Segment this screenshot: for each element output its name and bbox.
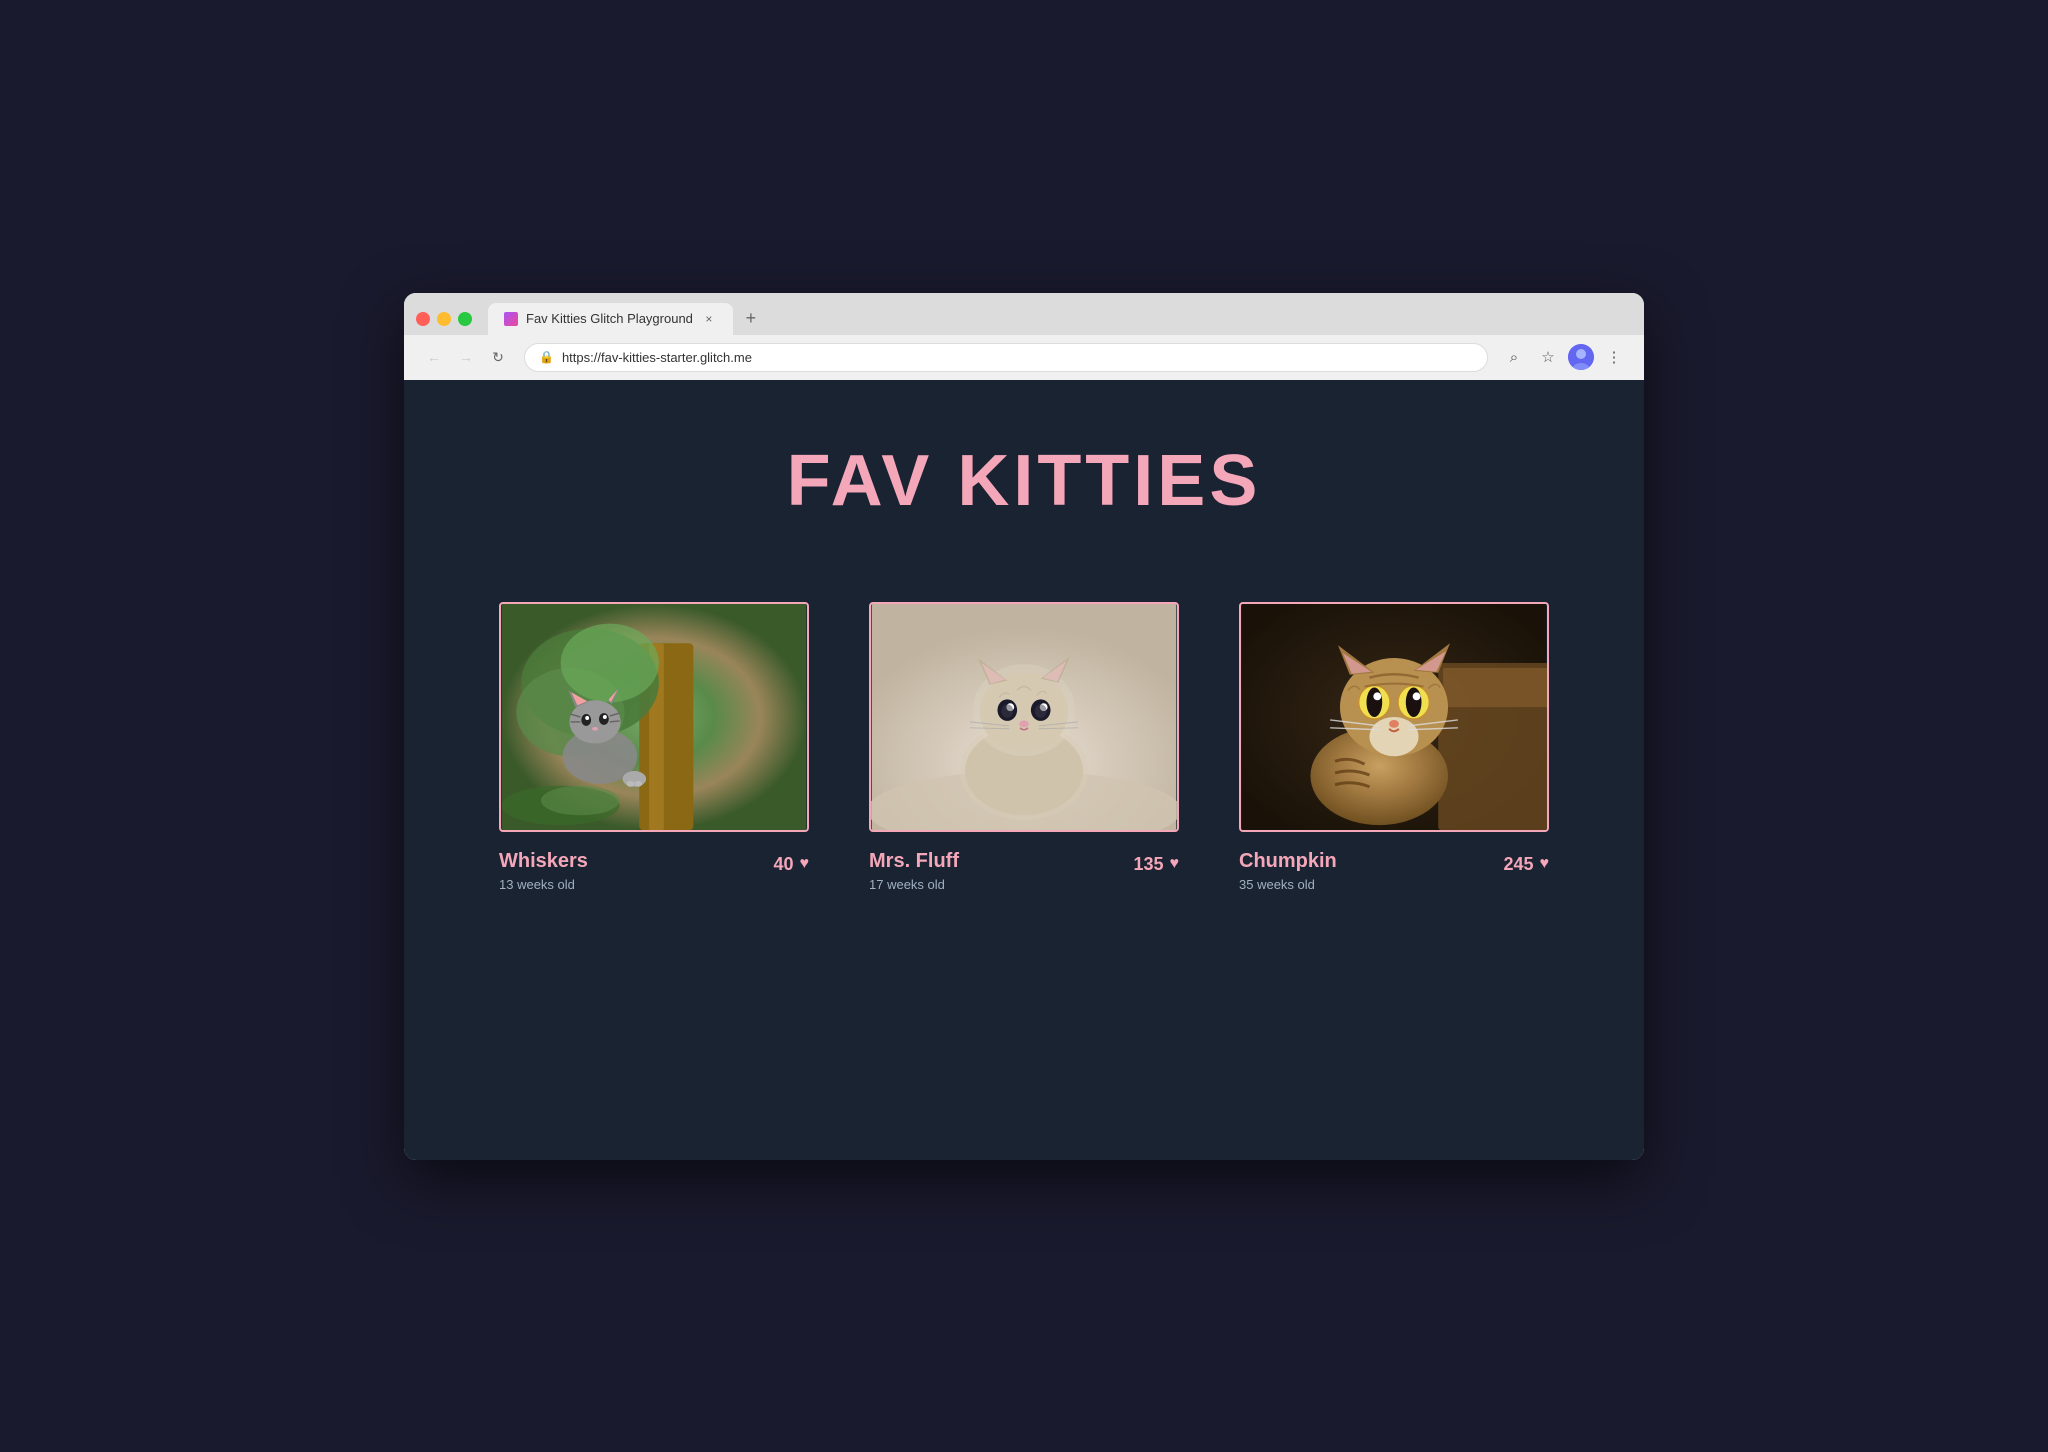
toolbar-right: ⌕ ☆ ⋮ [1500, 343, 1628, 371]
maximize-button[interactable] [458, 312, 472, 326]
tab-title: Fav Kitties Glitch Playground [526, 311, 693, 326]
cat-illustration-mrs-fluff [871, 604, 1177, 830]
title-bar: Fav Kitties Glitch Playground × + ← → ↻ … [404, 293, 1644, 380]
cat-image-whiskers [499, 602, 809, 832]
cat-info-whiskers: Whiskers 13 weeks old 40 ♥ [499, 850, 809, 892]
cat-age-label-whiskers: 13 weeks old [499, 877, 588, 892]
heart-icon-mrs-fluff: ♥ [1170, 855, 1180, 873]
window-controls [416, 312, 472, 326]
page-title: FAV KITTIES [787, 440, 1262, 522]
cats-grid: Whiskers 13 weeks old 40 ♥ [499, 602, 1549, 892]
cat-age-label-mrs-fluff: 17 weeks old [869, 877, 959, 892]
menu-button[interactable]: ⋮ [1600, 343, 1628, 371]
browser-window: Fav Kitties Glitch Playground × + ← → ↻ … [404, 293, 1644, 1160]
cat-name-label-whiskers: Whiskers [499, 850, 588, 873]
heart-icon-whiskers: ♥ [800, 855, 810, 873]
cat-illustration-whiskers [501, 604, 807, 830]
avatar-image [1568, 344, 1594, 370]
cat-illustration-chumpkin [1241, 604, 1547, 830]
cat-name-age-mrs-fluff: Mrs. Fluff 17 weeks old [869, 850, 959, 892]
cat-likes-whiskers[interactable]: 40 ♥ [773, 850, 809, 875]
cat-info-chumpkin: Chumpkin 35 weeks old 245 ♥ [1239, 850, 1549, 892]
back-button[interactable]: ← [420, 343, 448, 371]
nav-buttons: ← → ↻ [420, 343, 512, 371]
cat-likes-count-mrs-fluff: 135 [1133, 854, 1163, 875]
cat-card-mrs-fluff: Mrs. Fluff 17 weeks old 135 ♥ [869, 602, 1179, 892]
active-tab[interactable]: Fav Kitties Glitch Playground × [488, 303, 733, 335]
profile-avatar[interactable] [1568, 344, 1594, 370]
cat-age-label-chumpkin: 35 weeks old [1239, 877, 1337, 892]
menu-icon: ⋮ [1607, 348, 1622, 366]
tab-bar: Fav Kitties Glitch Playground × + [404, 293, 1644, 335]
url-bar[interactable]: 🔒 https://fav-kitties-starter.glitch.me [524, 343, 1488, 372]
cat-likes-chumpkin[interactable]: 245 ♥ [1503, 850, 1549, 875]
cat-card-whiskers: Whiskers 13 weeks old 40 ♥ [499, 602, 809, 892]
cat-likes-count-chumpkin: 245 [1503, 854, 1533, 875]
web-content: FAV KITTIES [404, 380, 1644, 1160]
cat-image-chumpkin [1239, 602, 1549, 832]
heart-icon-chumpkin: ♥ [1540, 855, 1550, 873]
bookmark-button[interactable]: ☆ [1534, 343, 1562, 371]
cat-name-label-mrs-fluff: Mrs. Fluff [869, 850, 959, 873]
refresh-button[interactable]: ↻ [484, 343, 512, 371]
new-tab-button[interactable]: + [737, 305, 765, 333]
cat-image-mrs-fluff [869, 602, 1179, 832]
tab-favicon [504, 312, 518, 326]
forward-button[interactable]: → [452, 343, 480, 371]
cat-name-label-chumpkin: Chumpkin [1239, 850, 1337, 873]
close-button[interactable] [416, 312, 430, 326]
address-bar: ← → ↻ 🔒 https://fav-kitties-starter.glit… [404, 335, 1644, 380]
lock-icon: 🔒 [539, 350, 554, 364]
star-icon: ☆ [1541, 348, 1554, 366]
cat-likes-count-whiskers: 40 [773, 854, 793, 875]
search-icon: ⌕ [1510, 349, 1518, 366]
search-button[interactable]: ⌕ [1500, 343, 1528, 371]
cat-info-mrs-fluff: Mrs. Fluff 17 weeks old 135 ♥ [869, 850, 1179, 892]
cat-name-age-chumpkin: Chumpkin 35 weeks old [1239, 850, 1337, 892]
cat-card-chumpkin: Chumpkin 35 weeks old 245 ♥ [1239, 602, 1549, 892]
minimize-button[interactable] [437, 312, 451, 326]
url-text: https://fav-kitties-starter.glitch.me [562, 350, 1473, 365]
cat-likes-mrs-fluff[interactable]: 135 ♥ [1133, 850, 1179, 875]
tab-close-button[interactable]: × [701, 311, 717, 327]
cat-name-age-whiskers: Whiskers 13 weeks old [499, 850, 588, 892]
